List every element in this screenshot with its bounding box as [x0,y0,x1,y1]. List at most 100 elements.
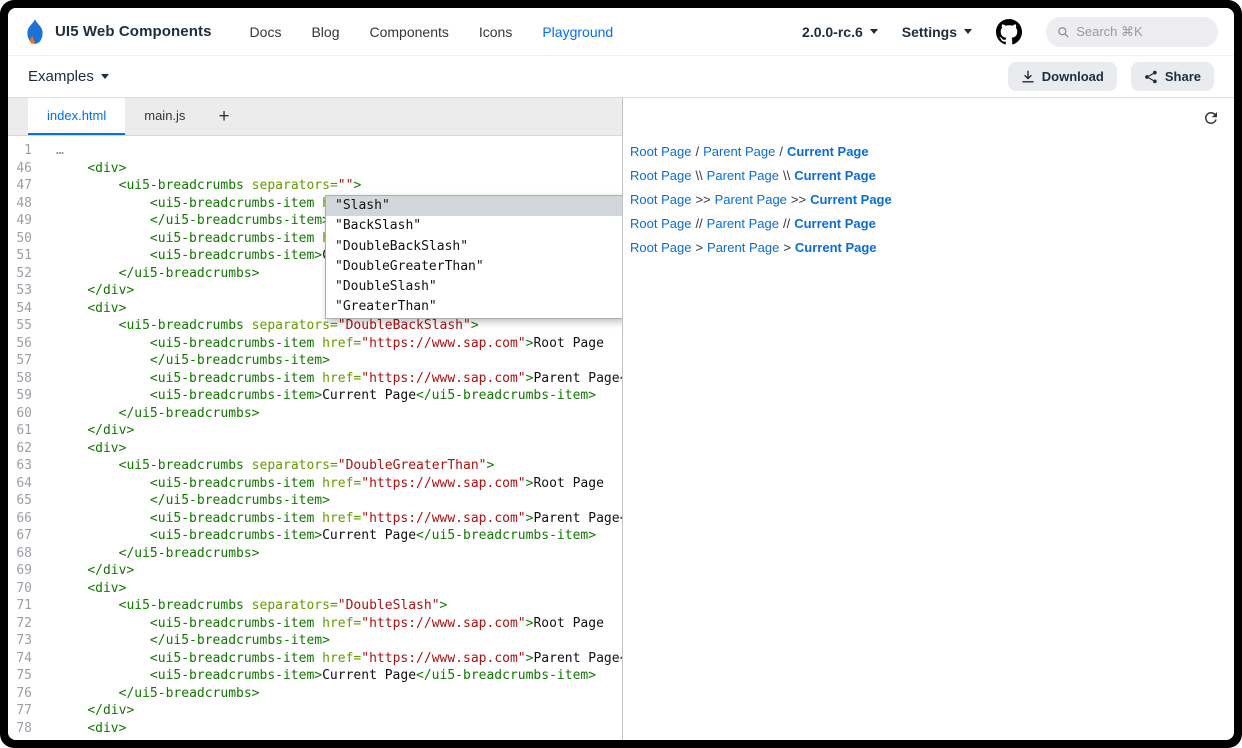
code-line[interactable]: 66 <ui5-breadcrumbs-item href="https://w… [8,510,622,528]
line-number: 74 [8,650,46,668]
breadcrumb: Root Page>Parent Page>Current Page [630,240,1224,255]
autocomplete-item[interactable]: "DoubleBackSlash" [326,237,622,257]
breadcrumb-link[interactable]: Parent Page [715,192,787,207]
code-text: <ui5-breadcrumbs-item href="https://www.… [46,335,604,353]
code-line[interactable]: 62 <div> [8,440,622,458]
code-line[interactable]: 78 <div> [8,720,622,738]
code-line[interactable]: 57 </ui5-breadcrumbs-item> [8,352,622,370]
code-line[interactable]: 68 </ui5-breadcrumbs> [8,545,622,563]
code-text: <div> [46,720,126,738]
line-number: 48 [8,195,46,213]
breadcrumb-current: Current Page [794,216,876,231]
breadcrumb-link[interactable]: Parent Page [707,240,779,255]
autocomplete-item[interactable]: "DoubleSlash" [326,277,622,297]
editor-tabbar: index.htmlmain.js + [8,98,622,136]
breadcrumb: Root Page/Parent Page/Current Page [630,144,1224,159]
code-text: </div> [46,562,134,580]
code-line[interactable]: 1… [8,142,622,160]
code-line[interactable]: 69 </div> [8,562,622,580]
autocomplete-item[interactable]: "DoubleGreaterThan" [326,257,622,277]
search-box[interactable] [1046,17,1218,47]
preview-pane: Root Page/Parent Page/Current PageRoot P… [623,98,1234,740]
github-icon[interactable] [996,19,1022,45]
code-text: </ui5-breadcrumbs> [46,405,260,423]
line-number: 61 [8,422,46,440]
line-number: 72 [8,615,46,633]
refresh-button[interactable] [1202,109,1220,127]
code-line[interactable]: 60 </ui5-breadcrumbs> [8,405,622,423]
line-number: 62 [8,440,46,458]
code-text: <ui5-breadcrumbs-item href="https://www.… [46,615,604,633]
breadcrumb-link[interactable]: Root Page [630,192,691,207]
code-line[interactable]: 58 <ui5-breadcrumbs-item href="https://w… [8,370,622,388]
code-line[interactable]: 63 <ui5-breadcrumbs separators="DoubleGr… [8,457,622,475]
breadcrumb-link[interactable]: Root Page [630,240,691,255]
breadcrumb-link[interactable]: Root Page [630,216,691,231]
line-number: 51 [8,247,46,265]
line-number: 49 [8,212,46,230]
breadcrumb-separator: / [695,144,699,159]
code-line[interactable]: 77 </div> [8,702,622,720]
nav-link-blog[interactable]: Blog [311,24,339,40]
breadcrumb-link[interactable]: Parent Page [703,144,775,159]
nav-link-playground[interactable]: Playground [542,24,613,40]
search-icon [1057,25,1069,39]
line-number: 75 [8,667,46,685]
code-line[interactable]: 55 <ui5-breadcrumbs separators="DoubleBa… [8,317,622,335]
breadcrumb-link[interactable]: Parent Page [707,216,779,231]
code-text: </ui5-breadcrumbs-item> [46,492,330,510]
code-line[interactable]: 76 </ui5-breadcrumbs> [8,685,622,703]
code-line[interactable]: 74 <ui5-breadcrumbs-item href="https://w… [8,650,622,668]
code-text: </ui5-breadcrumbs> [46,545,260,563]
code-text: <ui5-breadcrumbs-item href="https://www.… [46,475,604,493]
autocomplete-item[interactable]: "GreaterThan" [326,297,622,317]
code-text: <ui5-breadcrumbs-item>Current Page</ui5-… [46,527,596,545]
download-button[interactable]: Download [1008,62,1117,91]
settings-dropdown[interactable]: Settings [902,24,972,40]
share-button[interactable]: Share [1131,62,1214,91]
chevron-down-icon [870,29,878,34]
nav-link-components[interactable]: Components [369,24,448,40]
main-content: index.htmlmain.js + 1…46 <div>47 <ui5-br… [8,98,1234,740]
code-text: </ui5-breadcrumbs-item> [46,632,330,650]
breadcrumb-link[interactable]: Parent Page [707,168,779,183]
autocomplete-item[interactable]: "BackSlash" [326,216,622,236]
code-line[interactable]: 71 <ui5-breadcrumbs separators="DoubleSl… [8,597,622,615]
code-line[interactable]: 72 <ui5-breadcrumbs-item href="https://w… [8,615,622,633]
new-tab-button[interactable]: + [204,98,243,135]
code-text: <ui5-breadcrumbs-item href="https://www.… [46,370,622,388]
breadcrumb-link[interactable]: Root Page [630,168,691,183]
brand-title: UI5 Web Components [55,23,212,40]
code-line[interactable]: 47 <ui5-breadcrumbs separators=""> [8,177,622,195]
code-line[interactable]: 61 </div> [8,422,622,440]
breadcrumb-link[interactable]: Root Page [630,144,691,159]
line-number: 52 [8,265,46,283]
code-line[interactable]: 73 </ui5-breadcrumbs-item> [8,632,622,650]
code-text: <div> [46,300,126,318]
tab-main-js[interactable]: main.js [125,98,204,135]
code-line[interactable]: 64 <ui5-breadcrumbs-item href="https://w… [8,475,622,493]
code-text: </ui5-breadcrumbs> [46,265,260,283]
breadcrumb-current: Current Page [810,192,892,207]
top-navbar: UI5 Web Components Docs Blog Components Ico… [8,8,1234,56]
code-line[interactable]: 46 <div> [8,160,622,178]
line-number: 76 [8,685,46,703]
nav-link-docs[interactable]: Docs [250,24,282,40]
editor-pane: index.htmlmain.js + 1…46 <div>47 <ui5-br… [8,98,623,740]
version-dropdown[interactable]: 2.0.0-rc.6 [802,24,878,40]
examples-dropdown[interactable]: Examples [28,68,109,85]
breadcrumb-separator: > [783,240,791,255]
brand[interactable]: UI5 Web Components [24,18,212,45]
tab-index-html[interactable]: index.html [28,98,125,135]
code-line[interactable]: 67 <ui5-breadcrumbs-item>Current Page</u… [8,527,622,545]
line-number: 69 [8,562,46,580]
code-line[interactable]: 65 </ui5-breadcrumbs-item> [8,492,622,510]
code-line[interactable]: 56 <ui5-breadcrumbs-item href="https://w… [8,335,622,353]
search-input[interactable] [1076,24,1207,39]
code-line[interactable]: 59 <ui5-breadcrumbs-item>Current Page</u… [8,387,622,405]
nav-link-icons[interactable]: Icons [479,24,512,40]
line-number: 50 [8,230,46,248]
code-line[interactable]: 75 <ui5-breadcrumbs-item>Current Page</u… [8,667,622,685]
code-line[interactable]: 70 <div> [8,580,622,598]
autocomplete-item[interactable]: "Slash" [326,196,622,216]
